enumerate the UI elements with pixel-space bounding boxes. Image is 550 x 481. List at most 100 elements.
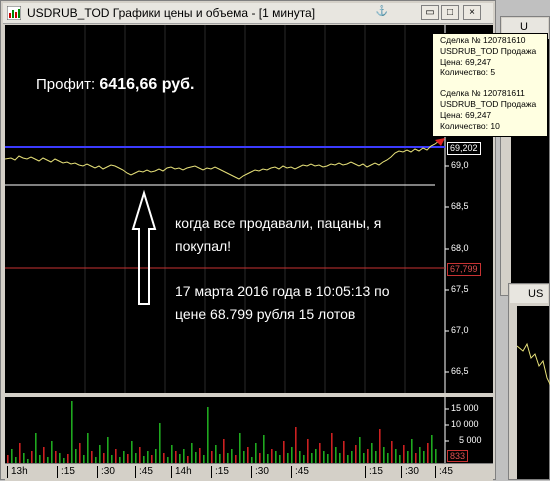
volume-bar <box>339 453 341 463</box>
volume-bars <box>7 401 437 463</box>
comment-line: цене 68.799 рубля 15 лотов <box>175 306 356 322</box>
volume-bar <box>191 443 193 463</box>
volume-bar <box>99 445 101 463</box>
volume-bar <box>315 449 317 463</box>
volume-bar <box>183 449 185 463</box>
volume-bar <box>427 443 429 463</box>
up-arrow-annotation <box>131 189 157 305</box>
tooltip-quantity: Количество: 5 <box>440 67 496 78</box>
profit-label: Профит: 6416,66 руб. <box>36 76 194 94</box>
volume-bar <box>215 445 217 463</box>
volume-bar <box>75 449 77 463</box>
volume-bar <box>55 451 57 463</box>
volume-bar <box>207 407 209 463</box>
time-tick-label: :30 <box>251 466 269 478</box>
trade-marker <box>435 138 445 146</box>
volume-chart-svg <box>7 397 449 463</box>
volume-bar <box>147 451 149 463</box>
volume-bar <box>79 443 81 463</box>
volume-bar <box>355 445 357 463</box>
tooltip-instrument: USDRUB_TOD Продажа <box>440 45 537 56</box>
time-tick-label: :45 <box>135 466 153 478</box>
volume-bar <box>223 439 225 463</box>
volume-bar <box>231 449 233 463</box>
volume-bar <box>327 454 329 463</box>
volume-bar <box>415 453 417 463</box>
volume-bar <box>135 453 137 463</box>
volume-bar <box>195 452 197 463</box>
volume-bar <box>347 455 349 463</box>
chart-app-icon <box>7 6 21 20</box>
volume-chart-pane[interactable]: 15 000 10 000 5 000 833 <box>5 397 493 463</box>
window-titlebar[interactable]: USDRUB_TOD Графики цены и объема - [1 ми… <box>3 3 493 24</box>
volume-bar <box>123 451 125 463</box>
volume-bar <box>387 453 389 463</box>
maximize-button[interactable]: □ <box>441 5 459 20</box>
volume-bar <box>295 427 297 463</box>
volume-bar <box>303 455 305 463</box>
close-button[interactable]: × <box>463 5 481 20</box>
current-price-badge: 69,202 <box>447 142 481 155</box>
volume-bar <box>363 453 365 463</box>
time-axis: 13h:15:30:45 14h:15:30:45:15:30:45 <box>5 463 493 481</box>
anchor-button[interactable]: ⚓ <box>373 5 391 20</box>
volume-bar <box>391 441 393 463</box>
volume-bar <box>219 454 221 463</box>
volume-bar <box>139 447 141 463</box>
volume-bar <box>323 451 325 463</box>
volume-bar <box>431 435 433 463</box>
volume-bar <box>367 449 369 463</box>
background-chart-window-2[interactable]: US <box>508 283 550 480</box>
volume-axis-tick-marks <box>445 408 449 442</box>
volume-bar <box>379 429 381 463</box>
price-tick-label: 68,5 <box>451 201 469 211</box>
buy-price-badge: 67,799 <box>447 263 481 276</box>
volume-bar <box>351 451 353 463</box>
trade-tooltip: Сделка № 120781610 USDRUB_TOD Продажа Це… <box>432 33 548 137</box>
volume-bar <box>283 441 285 463</box>
volume-bar <box>155 449 157 463</box>
volume-bar <box>91 451 93 463</box>
volume-bar <box>179 454 181 463</box>
minimize-button[interactable]: ▭ <box>421 5 439 20</box>
volume-bar <box>87 433 89 463</box>
volume-bar <box>187 456 189 463</box>
chart-window: USDRUB_TOD Графики цены и объема - [1 ми… <box>0 0 496 481</box>
background-window-2-price-line <box>517 342 550 386</box>
tooltip-deal-number: Сделка № 120781610 <box>440 35 526 45</box>
volume-bar <box>331 433 333 463</box>
volume-bar <box>127 454 129 463</box>
time-tick-label: :15 <box>211 466 229 478</box>
volume-bar <box>255 443 257 463</box>
volume-bar <box>199 448 201 463</box>
background-window-2-title: US <box>510 285 548 303</box>
volume-bar <box>35 433 37 463</box>
volume-bar <box>299 451 301 463</box>
volume-bar <box>307 439 309 463</box>
volume-bar <box>243 451 245 463</box>
volume-bar <box>359 437 361 463</box>
volume-bar <box>107 437 109 463</box>
price-tick-label: 67,0 <box>451 325 469 335</box>
volume-bar <box>83 455 85 463</box>
volume-bar <box>23 453 25 463</box>
time-tick-label: :45 <box>435 466 453 478</box>
window-title: USDRUB_TOD Графики цены и объема - [1 ми… <box>27 6 316 20</box>
price-tick-label: 67,5 <box>451 284 469 294</box>
tooltip-quantity: Количество: 10 <box>440 120 500 131</box>
volume-bar <box>67 454 69 463</box>
price-chart-pane[interactable]: 69,0 68,5 68,0 67,5 67,0 66,5 69,202 67,… <box>5 25 493 393</box>
volume-bar <box>11 449 13 463</box>
comment-line: покупал! <box>175 238 232 254</box>
volume-bar <box>371 443 373 463</box>
volume-bar <box>395 449 397 463</box>
volume-bar <box>115 449 117 463</box>
volume-bar <box>435 449 437 463</box>
volume-bar <box>143 456 145 463</box>
volume-bar <box>343 441 345 463</box>
volume-bar <box>19 443 21 463</box>
volume-bar <box>319 443 321 463</box>
volume-bar <box>71 401 73 463</box>
volume-bar <box>203 455 205 463</box>
volume-bar <box>31 451 33 463</box>
